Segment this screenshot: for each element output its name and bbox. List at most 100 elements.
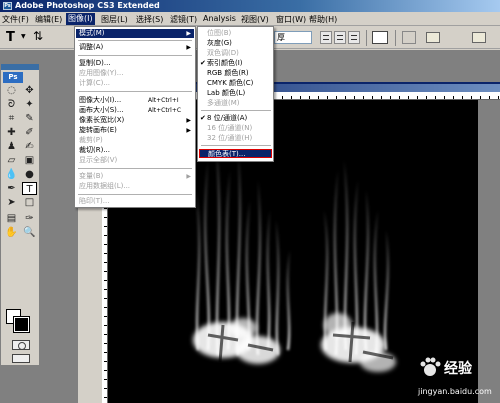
- shape-tool-icon[interactable]: □: [22, 196, 37, 209]
- title-bar: Ps Adobe Photoshop CS3 Extended: [0, 0, 500, 12]
- image-menu-item-image-size[interactable]: 图像大小(I)... Alt+Ctrl+I: [76, 96, 194, 105]
- menu-separator: [201, 110, 271, 111]
- palette-toggle-icon[interactable]: [426, 32, 440, 43]
- menu-file[interactable]: 文件(F): [2, 14, 29, 25]
- mode-item-32bit[interactable]: 32 位/通道(H): [199, 134, 272, 143]
- mode-submenu: 位图(B) 灰度(G) 双色调(D) 索引颜色(I) ✔ RGB 颜色(R) CM…: [197, 26, 274, 162]
- healing-brush-tool-icon[interactable]: ✚: [4, 126, 19, 139]
- paw-logo-icon: [420, 357, 441, 376]
- tool-preset-dropdown-icon[interactable]: ▼: [21, 33, 26, 40]
- text-color-swatch[interactable]: [372, 31, 388, 44]
- image-menu-item-crop[interactable]: 裁剪(P): [76, 136, 194, 145]
- image-menu-item-pixel-aspect[interactable]: 像素长宽比(X) ▶: [76, 116, 194, 125]
- image-menu-item-adjust[interactable]: 调整(A) ▶: [76, 43, 194, 52]
- mode-item-indexed-color[interactable]: 索引颜色(I) ✔: [199, 59, 272, 68]
- mode-item-grayscale[interactable]: 灰度(G): [199, 39, 272, 48]
- mode-item-color-table[interactable]: 颜色表(T)...: [199, 149, 272, 158]
- toolbox-header[interactable]: [1, 64, 39, 70]
- menu-layer[interactable]: 图层(L): [101, 14, 128, 25]
- quick-mask-icon[interactable]: [12, 340, 30, 350]
- baidu-jingyan-watermark: 经验 jingyan.baidu.com: [418, 355, 500, 403]
- menu-bar: 文件(F) 编辑(E) 图像(I) 图层(L) 选择(S) 滤镜(T) Anal…: [0, 12, 500, 26]
- image-menu-item-trim[interactable]: 裁切(R)...: [76, 146, 194, 155]
- toolbox: Ps ◌ ✥ ᘐ ✦ ⌗ ✎ ✚ ✐ ♟ ✍ ▱ ▣ 💧 ● ✒ T ➤ □ ▤…: [0, 63, 40, 366]
- crop-tool-icon[interactable]: ⌗: [4, 112, 19, 125]
- mode-item-duotone[interactable]: 双色调(D): [199, 49, 272, 58]
- brush-tool-icon[interactable]: ✐: [22, 126, 37, 139]
- type-tool-icon[interactable]: T: [6, 30, 15, 45]
- menu-separator: [78, 55, 192, 56]
- eyedropper-tool-icon[interactable]: ✑: [22, 212, 37, 225]
- history-brush-tool-icon[interactable]: ✍: [22, 140, 37, 153]
- zoom-tool-icon[interactable]: 🔍: [22, 226, 37, 239]
- text-orientation-icon[interactable]: ⇅: [33, 29, 43, 43]
- separator: [366, 30, 367, 46]
- eraser-tool-icon[interactable]: ▱: [4, 154, 19, 167]
- mode-item-cmyk[interactable]: CMYK 颜色(C): [199, 79, 272, 88]
- background-color-swatch[interactable]: [13, 316, 30, 333]
- menu-separator: [201, 145, 271, 146]
- dodge-tool-icon[interactable]: ●: [22, 168, 37, 181]
- menu-separator: [78, 168, 192, 169]
- separator: [395, 30, 396, 46]
- image-menu-item-trap[interactable]: 陷印(T)...: [76, 197, 194, 206]
- mode-item-lab[interactable]: Lab 颜色(L): [199, 89, 272, 98]
- menu-view[interactable]: 视图(V): [241, 14, 269, 25]
- mode-item-bitmap[interactable]: 位图(B): [199, 29, 272, 38]
- image-menu-item-canvas-size[interactable]: 画布大小(S)... Alt+Ctrl+C: [76, 106, 194, 115]
- watermark-url: jingyan.baidu.com: [418, 387, 492, 396]
- align-left-icon[interactable]: [320, 31, 332, 44]
- gradient-tool-icon[interactable]: ▣: [22, 154, 37, 167]
- clone-stamp-tool-icon[interactable]: ♟: [4, 140, 19, 153]
- image-menu-item-duplicate[interactable]: 复制(D)...: [76, 59, 194, 68]
- image-menu-item-variables[interactable]: 变量(B) ▶: [76, 172, 194, 181]
- font-style-select[interactable]: 厚: [274, 31, 312, 44]
- lasso-tool-icon[interactable]: ᘐ: [4, 98, 19, 111]
- move-tool-icon[interactable]: ✥: [22, 84, 37, 97]
- mode-item-8bit[interactable]: 8 位/通道(A) ✔: [199, 114, 272, 123]
- slice-tool-icon[interactable]: ✎: [22, 112, 37, 125]
- path-selection-tool-icon[interactable]: ➤: [4, 196, 19, 209]
- image-menu-dropdown: 模式(M) ▶ 调整(A) ▶ 复制(D)... 应用图像(Y)... 计算(C).…: [74, 26, 196, 208]
- image-menu-item-apply-image[interactable]: 应用图像(Y)...: [76, 69, 194, 78]
- image-menu-item-reveal-all[interactable]: 显示全部(V): [76, 156, 194, 165]
- menu-select[interactable]: 选择(S): [136, 14, 163, 25]
- magic-wand-tool-icon[interactable]: ✦: [22, 98, 37, 111]
- mode-item-rgb[interactable]: RGB 颜色(R): [199, 69, 272, 78]
- ps-logo: Ps: [3, 72, 23, 83]
- notes-tool-icon[interactable]: ▤: [4, 212, 19, 225]
- mode-item-multichannel[interactable]: 多通道(M): [199, 99, 272, 108]
- submenu-arrow-icon: ▶: [186, 44, 191, 51]
- checkmark-icon: ✔: [200, 114, 206, 122]
- type-tool-button-icon[interactable]: T: [22, 182, 37, 195]
- pen-tool-icon[interactable]: ✒: [4, 182, 19, 195]
- submenu-arrow-icon: ▶: [186, 30, 191, 37]
- image-menu-item-rotate-canvas[interactable]: 旋转画布(E) ▶: [76, 126, 194, 135]
- menu-image[interactable]: 图像(I): [66, 13, 95, 25]
- mode-item-16bit[interactable]: 16 位/通道(N): [199, 124, 272, 133]
- image-menu-item-mode[interactable]: 模式(M) ▶: [76, 29, 194, 38]
- image-menu-item-apply-data-set[interactable]: 应用数据组(L)...: [76, 182, 194, 191]
- menu-separator: [78, 91, 192, 92]
- submenu-arrow-icon: ▶: [186, 127, 191, 134]
- submenu-arrow-icon: ▶: [186, 117, 191, 124]
- submenu-arrow-icon: ▶: [186, 173, 191, 180]
- warp-text-icon[interactable]: [402, 31, 416, 44]
- panel-well-icon[interactable]: [472, 32, 486, 43]
- photoshop-app-icon: Ps: [3, 2, 12, 10]
- window-title: Adobe Photoshop CS3 Extended: [15, 1, 160, 10]
- menu-window[interactable]: 窗口(W): [276, 14, 306, 25]
- marquee-tool-icon[interactable]: ◌: [4, 84, 19, 97]
- align-right-icon[interactable]: [348, 31, 360, 44]
- menu-help[interactable]: 帮助(H): [309, 14, 337, 25]
- menu-separator: [78, 40, 192, 41]
- align-center-icon[interactable]: [334, 31, 346, 44]
- blur-tool-icon[interactable]: 💧: [4, 168, 19, 181]
- checkmark-icon: ✔: [200, 59, 206, 67]
- image-menu-item-calculations[interactable]: 计算(C)...: [76, 79, 194, 88]
- menu-edit[interactable]: 编辑(E): [35, 14, 62, 25]
- screen-mode-icon[interactable]: [12, 354, 30, 363]
- hand-tool-icon[interactable]: ✋: [4, 226, 19, 239]
- menu-filter[interactable]: 滤镜(T): [170, 14, 197, 25]
- menu-analysis[interactable]: Analysis: [203, 14, 236, 23]
